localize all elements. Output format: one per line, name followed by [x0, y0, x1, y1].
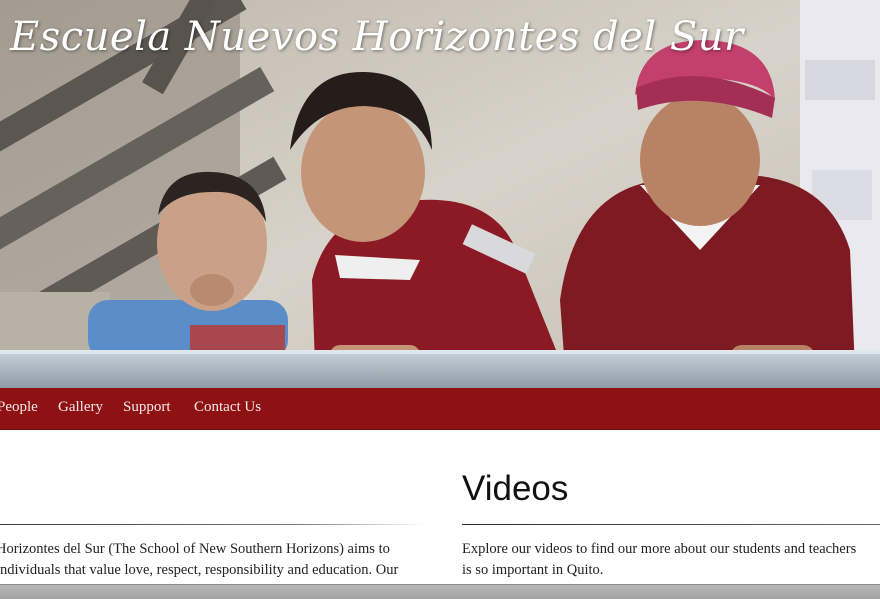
about-text-line-1: Horizontes del Sur (The School of New So…: [0, 541, 390, 557]
about-text-line-2: individuals that value love, respect, re…: [0, 562, 399, 578]
horizontal-scrollbar[interactable]: [0, 584, 880, 599]
videos-divider: [462, 524, 880, 525]
hero-image: Escuela Nuevos Horizontes del Sur: [0, 0, 880, 388]
nav-item-people[interactable]: People: [0, 399, 38, 416]
videos-text-line-1: Explore our videos to find our more abou…: [462, 541, 857, 557]
main-content: Horizontes del Sur (The School of New So…: [0, 430, 880, 585]
about-divider: [0, 524, 425, 525]
site-title[interactable]: Escuela Nuevos Horizontes del Sur: [10, 14, 744, 60]
main-nav: People Gallery Support Contact Us: [0, 388, 880, 430]
nav-item-support[interactable]: Support: [123, 399, 171, 416]
nav-item-gallery[interactable]: Gallery: [58, 399, 103, 416]
nav-item-contact-us[interactable]: Contact Us: [194, 399, 261, 416]
videos-heading: Videos: [462, 469, 569, 508]
videos-text-line-2: is so important in Quito.: [462, 562, 604, 578]
